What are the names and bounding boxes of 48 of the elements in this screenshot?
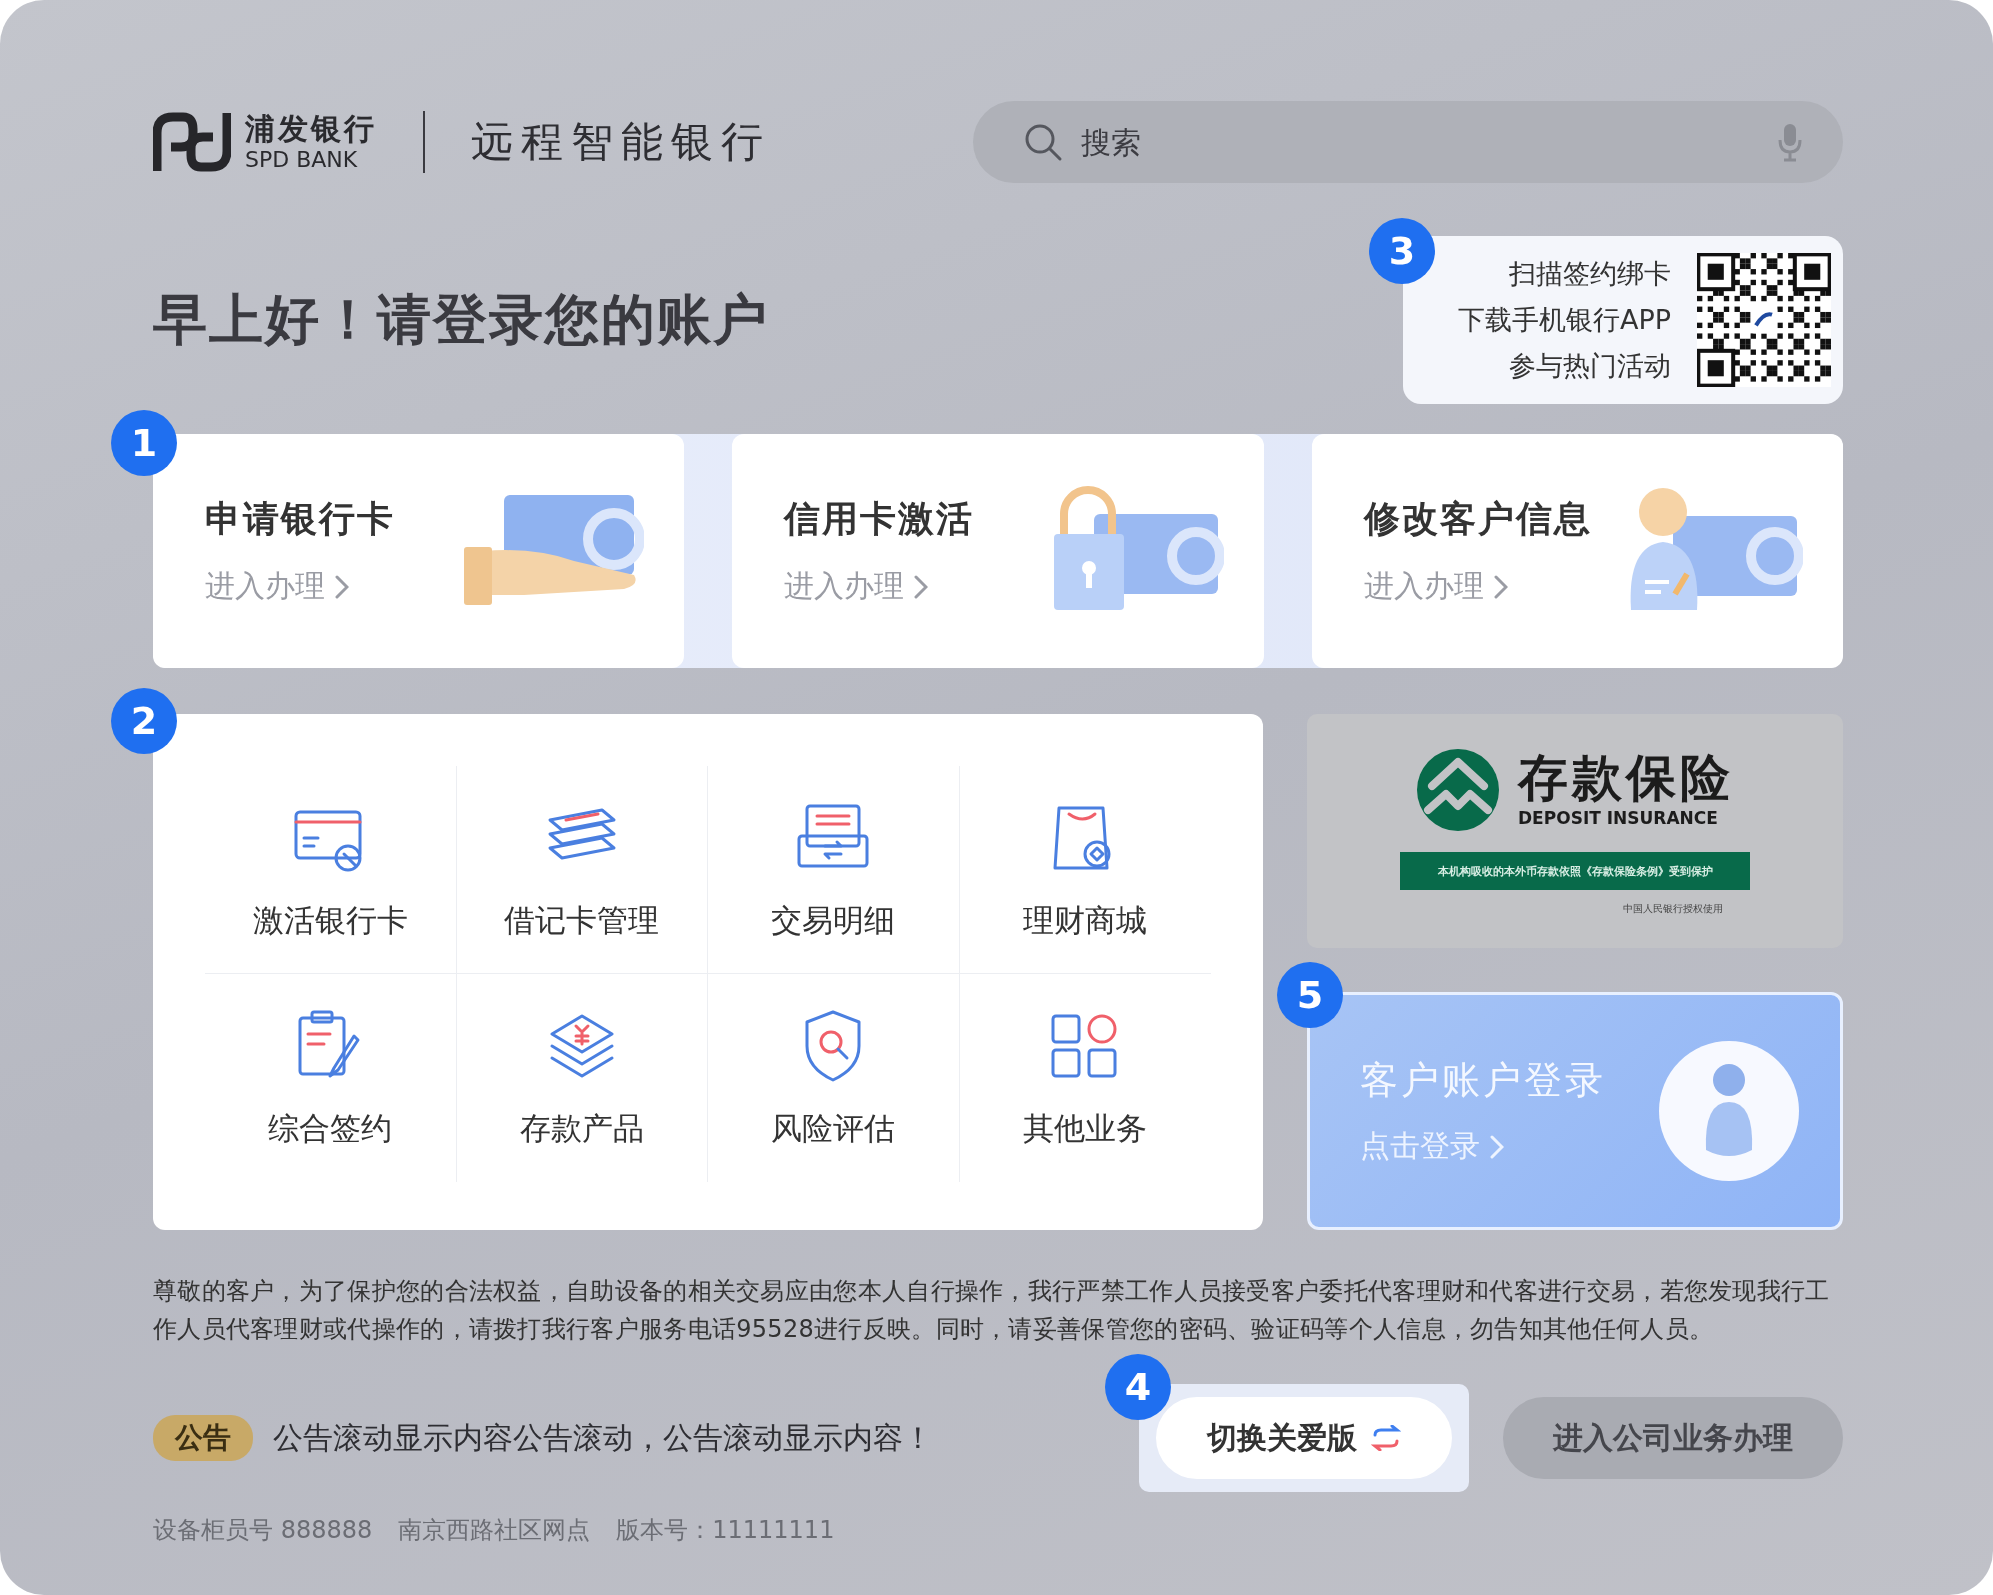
corporate-business-button[interactable]: 进入公司业务办理 <box>1503 1397 1843 1479</box>
deposit-insurance-title: 存款保险 <box>1518 750 1734 806</box>
card-title: 修改客户信息 <box>1363 497 1592 541</box>
deposit-insurance-subtitle: DEPOSIT INSURANCE <box>1518 807 1719 830</box>
device-info-text: 设备柜员号 888888 <box>153 1515 373 1546</box>
chevron-right-icon <box>914 574 929 599</box>
step-badge: 2 <box>111 688 177 754</box>
app-title: 远程智能银行 <box>471 116 771 168</box>
chevron-right-icon <box>1493 574 1508 599</box>
device-info-text: 版本号：11111111 <box>616 1515 835 1546</box>
deposit-insurance-logo-icon <box>1416 748 1500 832</box>
person-avatar-icon <box>1658 1040 1800 1182</box>
care-mode-button[interactable]: 切换关爱版 <box>1156 1397 1452 1479</box>
service-tile[interactable]: 综合签约 <box>205 974 457 1182</box>
step-badge: 5 <box>1277 962 1343 1028</box>
greeting-heading: 早上好！请登录您的账户 <box>153 286 769 353</box>
microphone-icon[interactable] <box>1777 122 1803 162</box>
qr-hint-text: 扫描签约绑卡 <box>1509 257 1671 291</box>
step-badge: 1 <box>111 410 177 476</box>
service-card[interactable]: 修改客户信息 进入办理 <box>1311 434 1843 668</box>
chevron-right-icon <box>1490 1134 1504 1159</box>
bank-logo-icon <box>153 111 231 173</box>
service-tile[interactable]: 理财商城 <box>959 766 1211 974</box>
swap-icon <box>1371 1425 1401 1451</box>
login-title: 客户账户登录 <box>1360 1057 1606 1104</box>
announcement-text: 公告滚动显示内容公告滚动，公告滚动显示内容！ <box>273 1418 933 1457</box>
card-title: 申请银行卡 <box>205 497 395 541</box>
search-field[interactable]: 搜索 <box>973 101 1843 183</box>
announcement-tag: 公告 <box>153 1415 253 1461</box>
security-notice: 尊敬的客户，为了保护您的合法权益，自助设备的相关交易应由您本人自行操作，我行严禁工作人员接受客户委托代客理财和代客进行交易，若您发现我行工作人员代客理财或代操作的，请拨打我行客户服务电话95528进行反映。同时，请妥善保管您的密码、验证码等个人信息，勿告知其他任何人员。 <box>153 1276 1831 1345</box>
service-card[interactable]: 信用卡激活 进入办理 <box>732 434 1264 668</box>
qr-hint-text: 参与热门活动 <box>1509 349 1671 383</box>
bank-name-english: SPD BANK <box>245 147 359 173</box>
card-title: 信用卡激活 <box>784 497 975 541</box>
service-tile[interactable]: 借记卡管理 <box>456 766 708 974</box>
service-tile[interactable]: 存款产品 <box>456 974 708 1182</box>
service-tile[interactable]: 交易明细 <box>708 766 960 974</box>
service-tile[interactable]: 激活银行卡 <box>205 766 457 974</box>
step-badge: 3 <box>1369 218 1435 284</box>
qr-hint-text: 下载手机银行APP <box>1457 303 1671 337</box>
deposit-insurance-banner: 本机构吸收的本外币存款依照《存款保险条例》受到保护 <box>1400 852 1750 890</box>
device-info-text: 南京西路社区网点 <box>398 1515 591 1546</box>
deposit-insurance-note: 中国人民银行授权使用 <box>1623 902 1723 916</box>
step-badge: 4 <box>1105 1354 1171 1420</box>
chevron-right-icon <box>335 574 349 599</box>
bank-name: 浦发银行 <box>245 111 377 147</box>
service-tile[interactable]: 风险评估 <box>708 974 960 1182</box>
service-tile[interactable]: 其他业务 <box>959 974 1211 1182</box>
